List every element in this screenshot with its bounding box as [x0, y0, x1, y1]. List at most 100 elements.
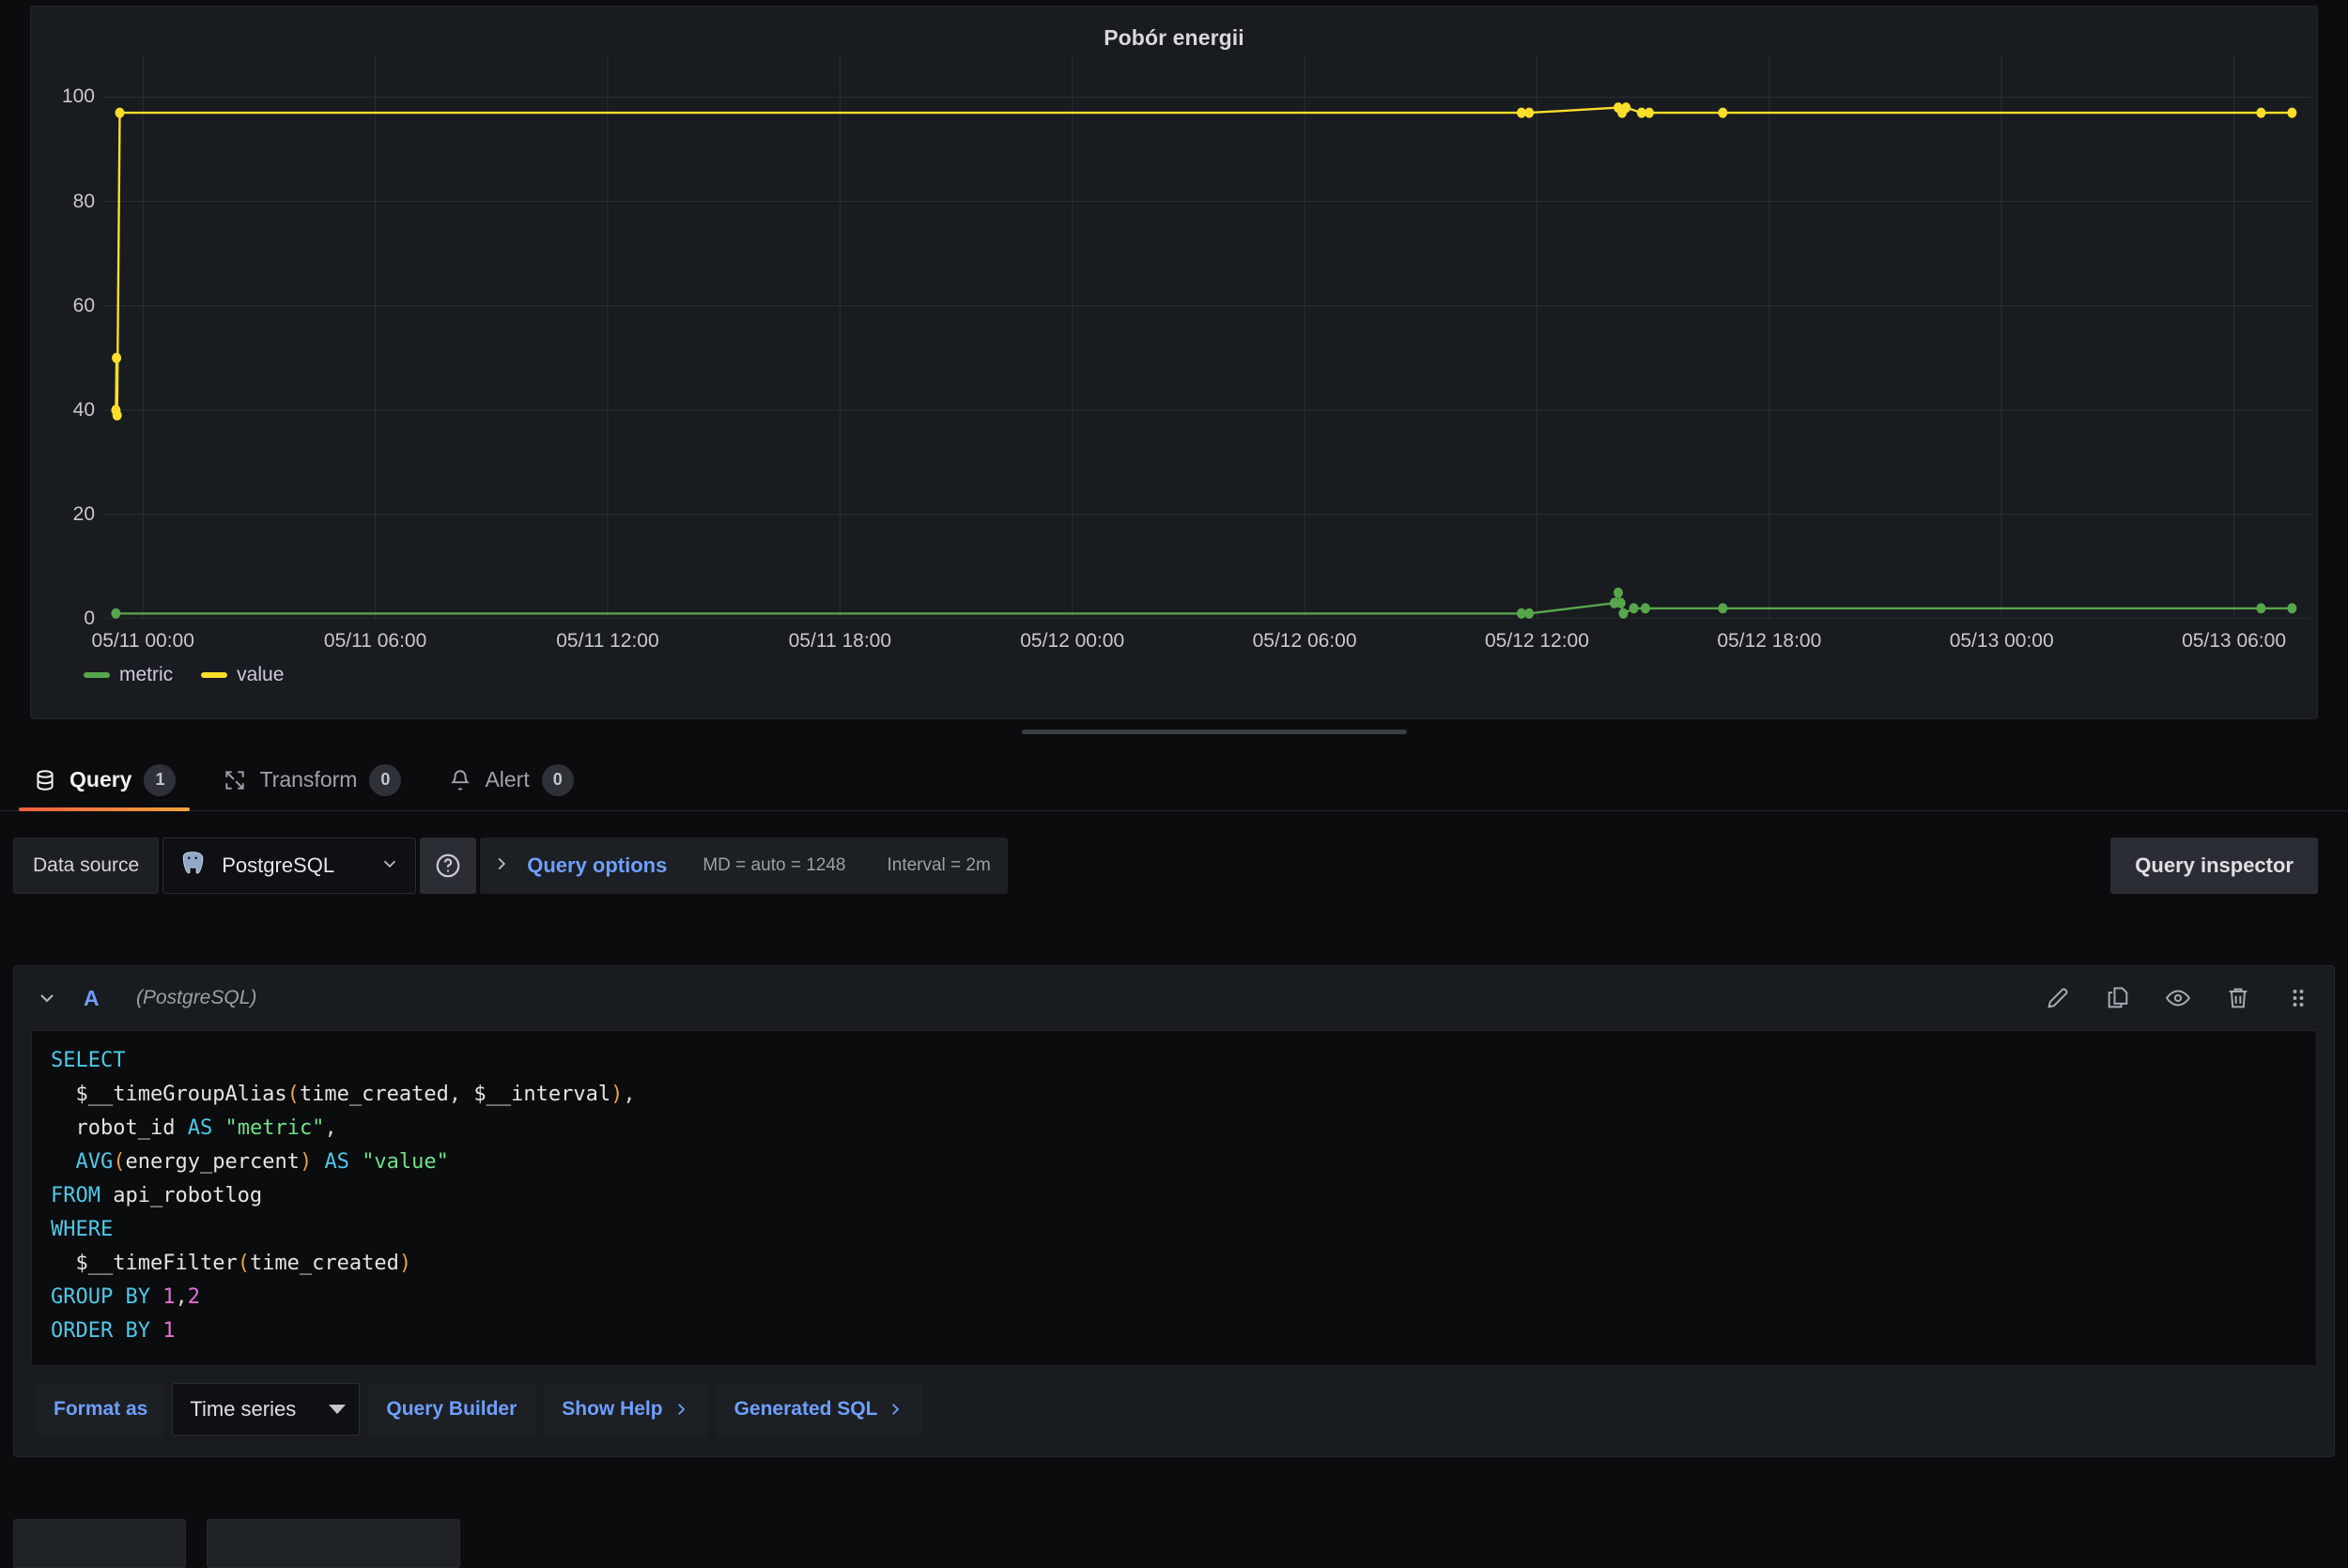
- query-builder-button[interactable]: Query Builder: [367, 1383, 535, 1436]
- query-collapse-toggle[interactable]: [31, 982, 63, 1014]
- editor-tab-bar: Query1Transform0Alert0: [0, 749, 2348, 811]
- series-point-value: [112, 353, 121, 363]
- generated-sql-label: Generated SQL: [734, 1398, 878, 1421]
- x-axis-tick-label: 05/11 00:00: [92, 630, 194, 653]
- eye-icon[interactable]: [2165, 985, 2191, 1011]
- legend-item-metric[interactable]: metric: [84, 664, 173, 686]
- query-builder-label: Query Builder: [386, 1398, 517, 1421]
- series-point-value: [2287, 108, 2296, 118]
- drag-handle-icon[interactable]: [2285, 985, 2311, 1011]
- query-editor-footer: Format as Time series Query Builder Show…: [14, 1366, 2334, 1456]
- trash-icon[interactable]: [2225, 985, 2251, 1011]
- series-line-value: [116, 108, 2292, 416]
- series-point-metric: [1614, 588, 1623, 598]
- edit-icon[interactable]: [2045, 985, 2071, 1011]
- max-datapoints-text: MD = auto = 1248: [703, 855, 845, 876]
- database-icon: [33, 768, 57, 792]
- transform-icon: [223, 768, 247, 792]
- query-inspector-button[interactable]: Query inspector: [2110, 838, 2318, 894]
- format-as-select[interactable]: Time series: [172, 1383, 360, 1436]
- format-as-label: Format as: [37, 1383, 164, 1436]
- tab-badge: 0: [369, 764, 401, 796]
- series-point-value: [2256, 108, 2265, 118]
- add-expression-button[interactable]: [207, 1519, 460, 1568]
- series-point-value: [1718, 108, 1727, 118]
- query-row-actions: [2045, 985, 2317, 1011]
- series-point-value: [1645, 108, 1654, 118]
- datasource-picker[interactable]: PostgreSQL: [162, 838, 416, 894]
- y-axis-tick-label: 0: [84, 607, 95, 630]
- show-help-button[interactable]: Show Help: [543, 1383, 707, 1436]
- postgresql-icon: [178, 850, 207, 883]
- chevron-down-icon: [36, 987, 58, 1009]
- series-point-metric: [2287, 603, 2296, 613]
- legend-item-value[interactable]: value: [201, 664, 284, 686]
- plot-area[interactable]: [104, 55, 2311, 619]
- tab-badge: 0: [542, 764, 574, 796]
- legend-color-swatch: [201, 672, 227, 678]
- page-title: Pobór energii: [31, 7, 2317, 51]
- chart-legend: metric value: [84, 664, 284, 686]
- series-point-value: [1524, 108, 1534, 118]
- series-point-metric: [2256, 603, 2265, 613]
- series-point-metric: [1641, 603, 1650, 613]
- datasource-help-button[interactable]: [420, 838, 476, 894]
- series-point-metric: [1616, 598, 1626, 608]
- query-row-header: A (PostgreSQL): [14, 966, 2334, 1030]
- sql-code-editor[interactable]: SELECT $__timeGroupAlias(time_created, $…: [31, 1030, 2317, 1366]
- series-point-metric: [1630, 603, 1639, 613]
- x-axis-tick-label: 05/11 18:00: [789, 630, 891, 653]
- format-as-value: Time series: [190, 1397, 304, 1422]
- series-point-value: [113, 410, 122, 421]
- y-axis-tick-label: 60: [73, 295, 95, 317]
- legend-label: metric: [119, 664, 173, 686]
- x-axis-tick-label: 05/13 06:00: [2182, 630, 2286, 653]
- x-axis-tick-label: 05/13 00:00: [1950, 630, 2054, 653]
- datasource-label: Data source: [13, 838, 159, 894]
- datasource-row: Data source PostgreSQL Que: [0, 838, 2348, 894]
- legend-label: value: [237, 664, 284, 686]
- x-axis-tick-label: 05/11 12:00: [556, 630, 658, 653]
- generated-sql-button[interactable]: Generated SQL: [716, 1383, 923, 1436]
- chevron-right-icon: [672, 1401, 689, 1418]
- timeseries-panel: Pobór energii 0 20 40 60 80 100 05/11 00:00 05…: [30, 6, 2318, 719]
- x-axis-tick-label: 05/11 06:00: [324, 630, 426, 653]
- datasource-selected-value: PostgreSQL: [222, 853, 364, 878]
- x-axis-tick-label: 05/12 06:00: [1253, 630, 1357, 653]
- series-point-value: [1621, 102, 1630, 113]
- query-datasource-note: (PostgreSQL): [136, 987, 256, 1009]
- series-point-metric: [111, 608, 120, 619]
- chevron-right-icon: [491, 853, 512, 879]
- tab-transform[interactable]: Transform 0: [199, 749, 425, 811]
- tab-alert[interactable]: Alert0: [425, 749, 596, 811]
- y-axis-tick-label: 80: [73, 191, 95, 213]
- interval-text: Interval = 2m: [887, 855, 990, 876]
- bell-icon: [448, 768, 472, 792]
- x-axis-tick-label: 05/12 00:00: [1020, 630, 1124, 653]
- query-ref-id[interactable]: A: [84, 986, 116, 1011]
- query-editor-row-a: A (PostgreSQL): [13, 965, 2335, 1457]
- x-axis-tick-label: 05/12 12:00: [1485, 630, 1589, 653]
- series-point-metric: [1619, 608, 1629, 619]
- series-line-metric: [116, 592, 2292, 613]
- tab-label: Transform: [259, 767, 357, 792]
- chart-canvas: [104, 55, 2311, 619]
- y-axis-tick-label: 40: [73, 399, 95, 422]
- tab-badge: 1: [144, 764, 176, 796]
- query-options-toggle[interactable]: Query options MD = auto = 1248 Interval …: [480, 838, 1008, 894]
- add-query-button[interactable]: [13, 1519, 186, 1568]
- caret-down-icon: [329, 1405, 346, 1414]
- legend-color-swatch: [84, 672, 110, 678]
- question-circle-icon: [434, 852, 462, 880]
- y-axis: 020406080100: [31, 55, 104, 619]
- chevron-down-icon: [379, 853, 400, 879]
- tab-query[interactable]: Query1: [9, 749, 199, 811]
- query-options-label: Query options: [527, 853, 667, 878]
- series-point-value: [116, 108, 125, 118]
- panel-resize-handle[interactable]: [1022, 730, 1407, 734]
- y-axis-tick-label: 100: [62, 85, 95, 108]
- series-point-metric: [1718, 603, 1727, 613]
- show-help-label: Show Help: [562, 1398, 662, 1421]
- duplicate-icon[interactable]: [2105, 985, 2131, 1011]
- y-axis-tick-label: 20: [73, 503, 95, 526]
